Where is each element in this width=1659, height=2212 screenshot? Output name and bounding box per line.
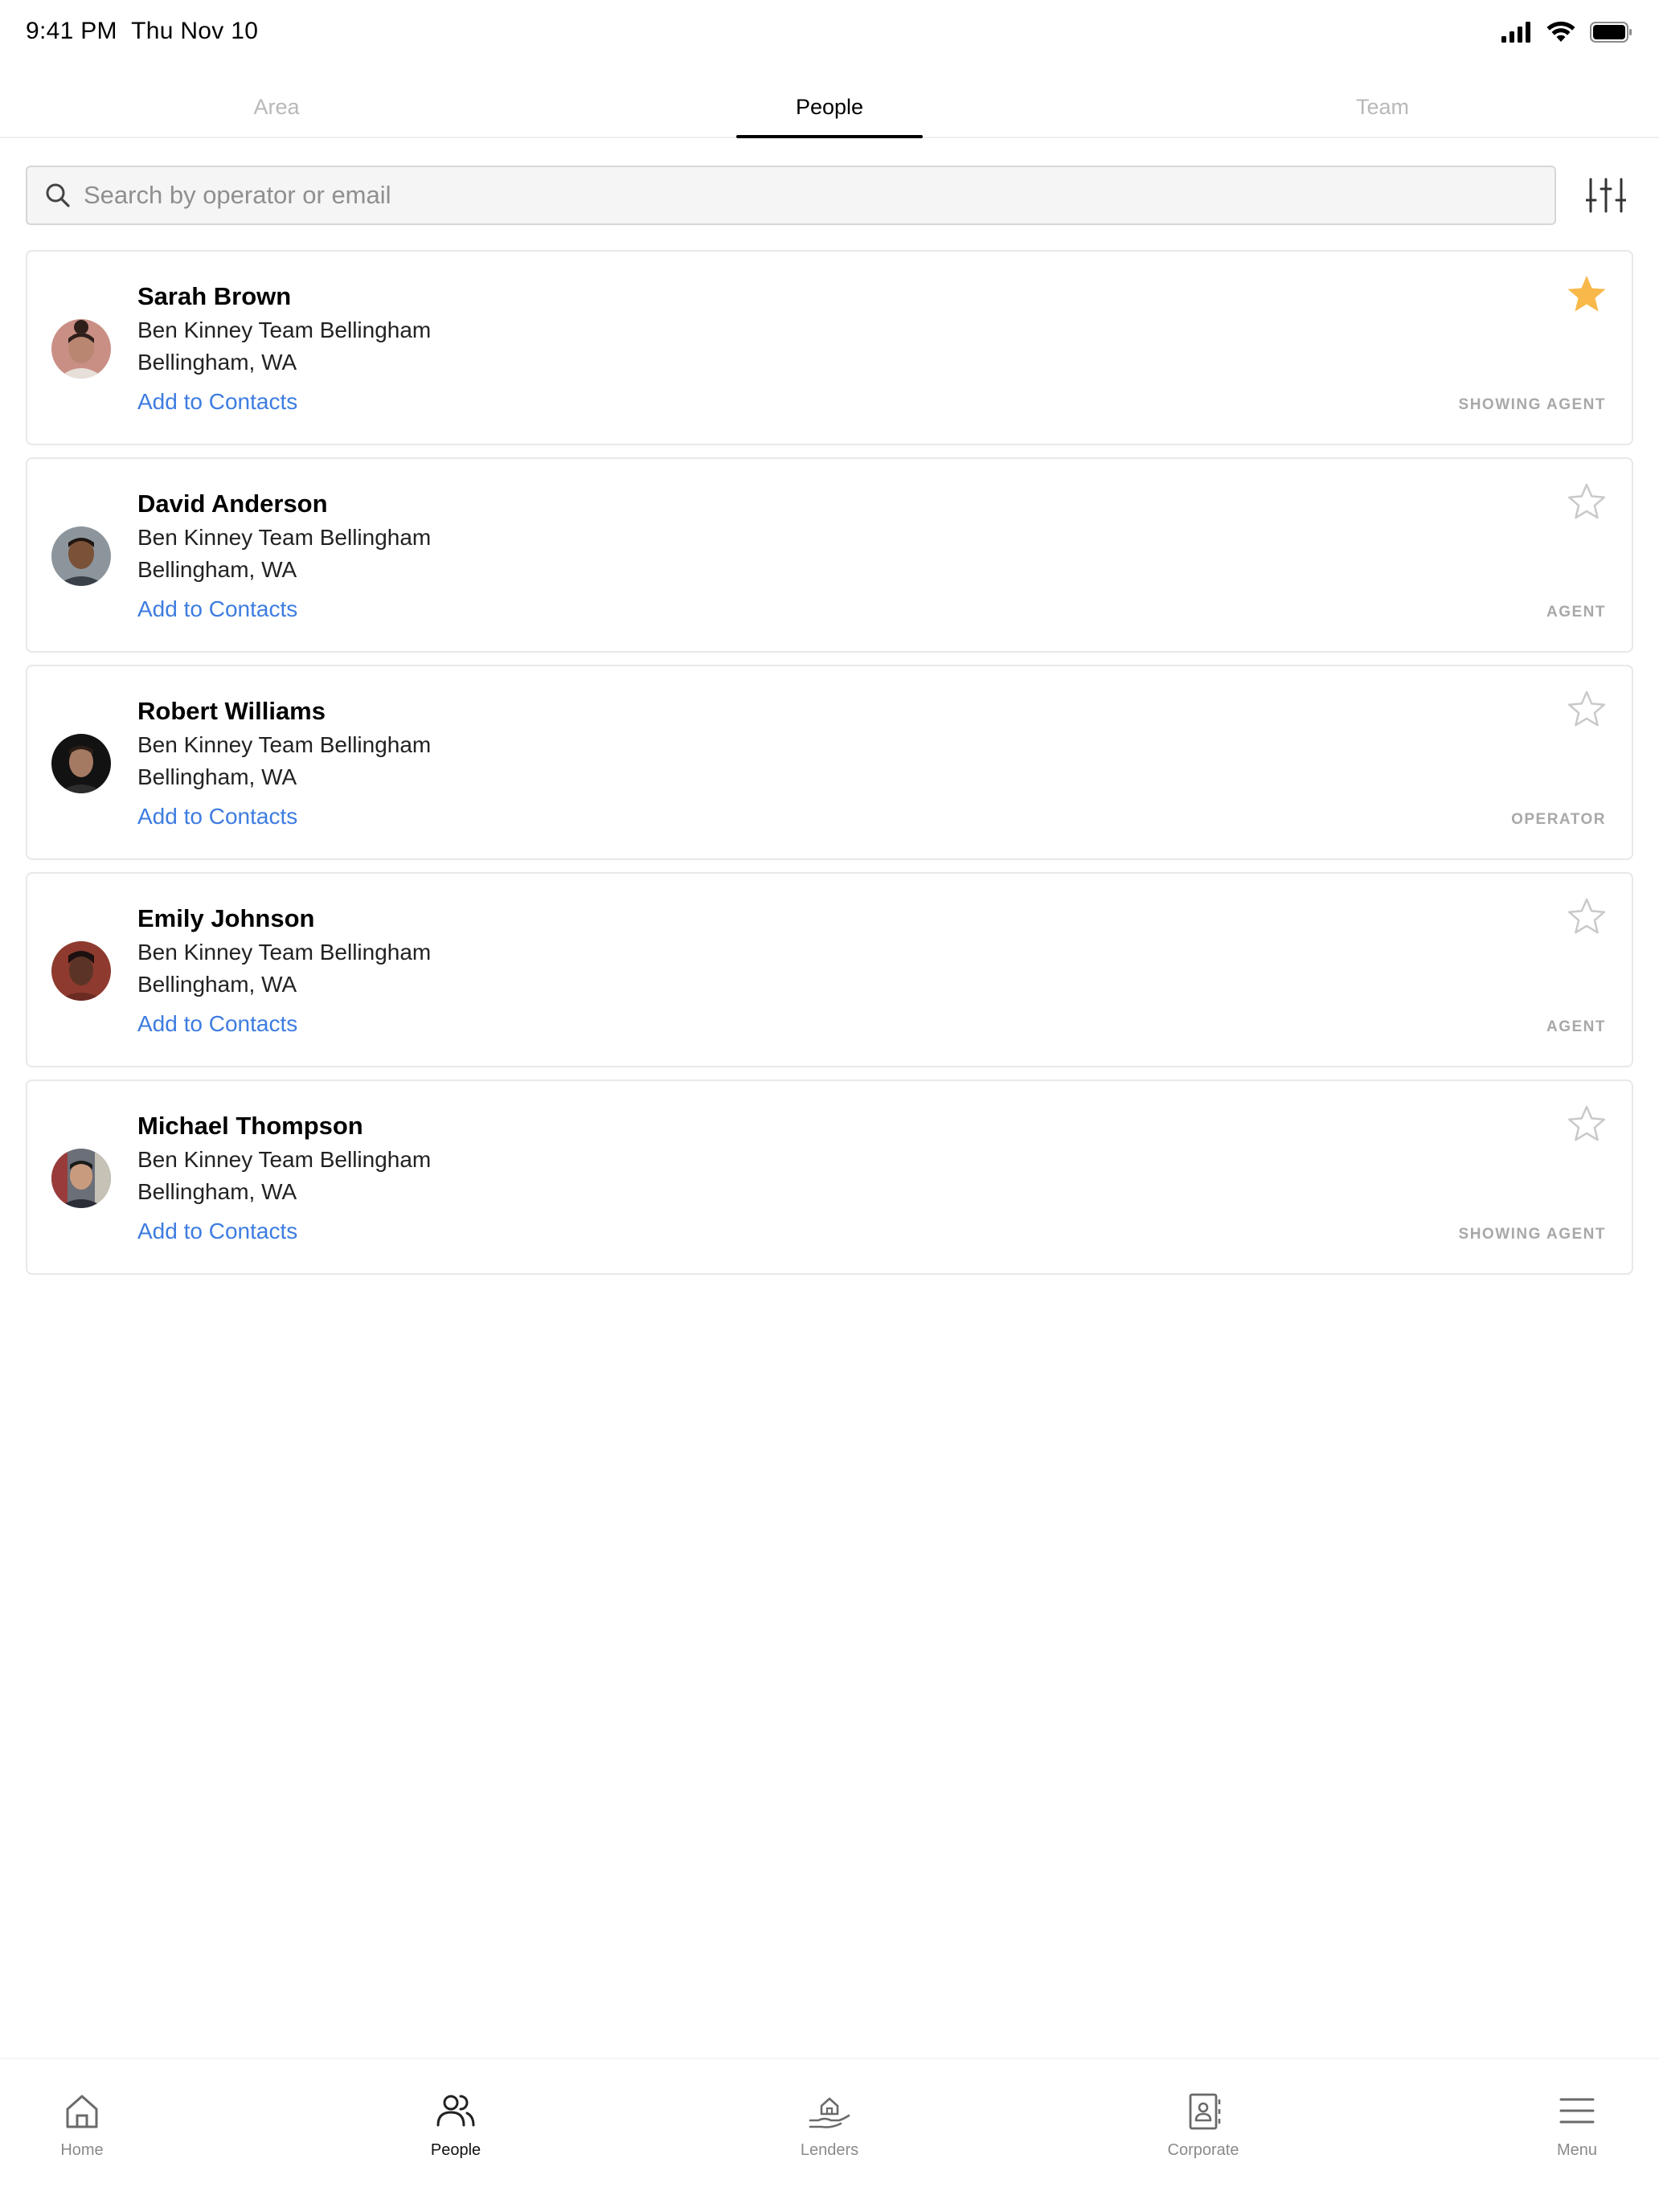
add-to-contacts-link[interactable]: Add to Contacts bbox=[137, 389, 297, 415]
corporate-icon bbox=[1189, 2093, 1221, 2130]
status-date-value: Thu Nov 10 bbox=[131, 18, 259, 44]
person-name: Robert Williams bbox=[137, 697, 326, 725]
add-to-contacts-link[interactable]: Add to Contacts bbox=[137, 1219, 297, 1244]
status-bar: 9:41 PM Thu Nov 10 bbox=[0, 0, 1659, 64]
bottom-nav: Home People Lenders Corporate Menu bbox=[0, 2058, 1659, 2212]
person-name: David Anderson bbox=[137, 490, 328, 518]
role-badge: SHOWING AGENT bbox=[1458, 396, 1606, 413]
role-badge: OPERATOR bbox=[1511, 811, 1606, 828]
wifi-icon bbox=[1546, 21, 1575, 42]
tab-area[interactable]: Area bbox=[0, 79, 553, 137]
role-badge: AGENT bbox=[1546, 1018, 1606, 1035]
favorite-star-icon[interactable] bbox=[1566, 274, 1608, 314]
nav-menu[interactable]: Menu bbox=[1497, 2059, 1657, 2172]
tab-people-label: People bbox=[795, 95, 864, 119]
person-card[interactable]: Michael Thompson Ben Kinney Team Belling… bbox=[26, 1079, 1633, 1275]
person-card[interactable]: Emily Johnson Ben Kinney Team Bellingham… bbox=[26, 872, 1633, 1067]
favorite-star-icon[interactable] bbox=[1566, 1104, 1608, 1144]
nav-home-label: Home bbox=[60, 2141, 104, 2159]
role-badge: AGENT bbox=[1546, 604, 1606, 621]
person-team: Ben Kinney Team Bellingham bbox=[137, 732, 432, 757]
person-name: Emily Johnson bbox=[137, 904, 315, 932]
status-icons bbox=[1501, 19, 1633, 45]
person-card[interactable]: Sarah Brown Ben Kinney Team Bellingham B… bbox=[26, 250, 1633, 445]
person-team: Ben Kinney Team Bellingham bbox=[137, 940, 432, 965]
search-bar bbox=[26, 166, 1556, 225]
signal-icon bbox=[1501, 22, 1530, 43]
status-time: 9:41 PM Thu Nov 10 bbox=[26, 18, 258, 45]
menu-icon bbox=[1559, 2098, 1595, 2124]
home-icon bbox=[66, 2095, 98, 2128]
sliders-icon bbox=[1586, 178, 1626, 213]
people-icon bbox=[436, 2095, 475, 2127]
person-name: Michael Thompson bbox=[137, 1112, 363, 1140]
segment-tabs: Area People Team bbox=[0, 79, 1659, 138]
avatar bbox=[51, 941, 111, 1001]
nav-lenders-label: Lenders bbox=[800, 2141, 859, 2159]
nav-menu-label: Menu bbox=[1556, 2141, 1598, 2159]
nav-corporate[interactable]: Corporate bbox=[1123, 2059, 1284, 2172]
favorite-star-icon[interactable] bbox=[1566, 689, 1608, 729]
status-time-value: 9:41 PM bbox=[26, 18, 117, 44]
tab-area-label: Area bbox=[253, 95, 300, 119]
filter-button[interactable] bbox=[1580, 172, 1632, 219]
add-to-contacts-link[interactable]: Add to Contacts bbox=[137, 1011, 297, 1037]
person-card[interactable]: David Anderson Ben Kinney Team Bellingha… bbox=[26, 457, 1633, 653]
person-team: Ben Kinney Team Bellingham bbox=[137, 525, 432, 550]
avatar bbox=[51, 734, 111, 793]
role-badge: SHOWING AGENT bbox=[1458, 1226, 1606, 1243]
nav-corporate-label: Corporate bbox=[1167, 2141, 1239, 2159]
battery-icon bbox=[1590, 22, 1632, 43]
active-tab-indicator bbox=[736, 135, 923, 138]
avatar bbox=[51, 319, 111, 379]
avatar bbox=[51, 1149, 111, 1208]
nav-people-label: People bbox=[430, 2141, 481, 2159]
person-location: Bellingham, WA bbox=[137, 557, 297, 582]
tab-people[interactable]: People bbox=[553, 79, 1106, 138]
person-name: Sarah Brown bbox=[137, 282, 292, 310]
people-list: Sarah Brown Ben Kinney Team Bellingham B… bbox=[26, 250, 1633, 1287]
person-card[interactable]: Robert Williams Ben Kinney Team Bellingh… bbox=[26, 665, 1633, 860]
search-input[interactable] bbox=[84, 181, 1514, 210]
nav-people[interactable]: People bbox=[375, 2059, 536, 2172]
person-location: Bellingham, WA bbox=[137, 764, 297, 789]
person-location: Bellingham, WA bbox=[137, 972, 297, 997]
nav-lenders[interactable]: Lenders bbox=[749, 2059, 910, 2172]
person-location: Bellingham, WA bbox=[137, 350, 297, 375]
favorite-star-icon[interactable] bbox=[1566, 481, 1608, 522]
avatar bbox=[51, 526, 111, 586]
person-team: Ben Kinney Team Bellingham bbox=[137, 317, 432, 342]
person-team: Ben Kinney Team Bellingham bbox=[137, 1147, 432, 1172]
tab-team[interactable]: Team bbox=[1106, 79, 1659, 137]
tab-team-label: Team bbox=[1355, 95, 1410, 119]
add-to-contacts-link[interactable]: Add to Contacts bbox=[137, 804, 297, 830]
add-to-contacts-link[interactable]: Add to Contacts bbox=[137, 596, 297, 622]
favorite-star-icon[interactable] bbox=[1566, 896, 1608, 936]
person-location: Bellingham, WA bbox=[137, 1179, 297, 1204]
lenders-icon bbox=[809, 2097, 850, 2128]
nav-home[interactable]: Home bbox=[2, 2059, 162, 2172]
search-icon bbox=[46, 183, 70, 207]
